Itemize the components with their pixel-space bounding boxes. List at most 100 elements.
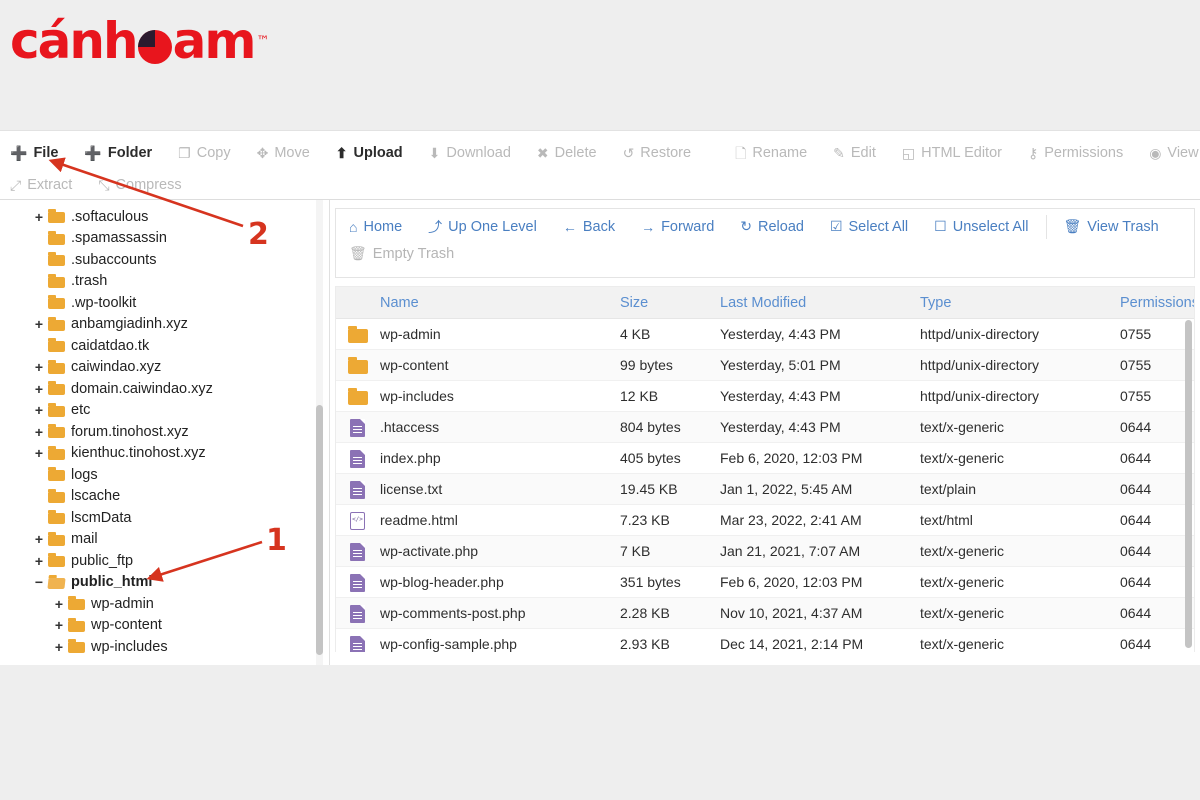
file-name[interactable]: license.txt xyxy=(380,473,620,505)
toolbar-button-upload[interactable]: ⬆ Upload xyxy=(336,145,417,161)
toolbar-button-file[interactable]: ➕ File xyxy=(10,145,72,161)
file-icon xyxy=(348,418,368,437)
file-table-row[interactable]: readme.html7.23 KBMar 23, 2022, 2:41 AMt… xyxy=(336,504,1194,536)
action-view-trash[interactable]: 🗑 View Trash xyxy=(1051,213,1172,240)
expand-icon[interactable]: + xyxy=(32,209,46,225)
annotation-number-1: 1 xyxy=(266,523,287,558)
plus-icon: ➕ xyxy=(10,145,28,161)
tree-item-label: public_html xyxy=(71,574,153,591)
file-row-icon-cell xyxy=(336,349,380,381)
collapse-icon[interactable]: − xyxy=(32,574,46,590)
action-home[interactable]: ⌂ Home xyxy=(336,213,415,240)
action-select-all[interactable]: ☑ Select All xyxy=(817,213,921,240)
tree-item-kienthuc.tinohost.xyz[interactable]: + kienthuc.tinohost.xyz xyxy=(0,443,329,465)
tree-item-public_html[interactable]: − public_html xyxy=(0,572,329,594)
file-table-row[interactable]: .htaccess 804 bytes Yesterday, 4:43 PM text… xyxy=(336,411,1194,443)
tree-item-etc[interactable]: + etc xyxy=(0,400,329,422)
column-header-type[interactable]: Type xyxy=(920,286,1120,319)
file-manager-toolbar: ➕ File ➕ Folder ❐ Copy ✥ Move ⬆ Upload ⬇ Download ✖ D… xyxy=(0,130,1200,200)
file-name[interactable]: readme.html xyxy=(380,504,620,536)
toolbar-button-label: Download xyxy=(446,145,511,161)
tree-item-wp-content[interactable]: + wp-content xyxy=(0,615,329,637)
expand-icon[interactable]: + xyxy=(52,617,66,633)
tree-item-label: anbamgiadinh.xyz xyxy=(71,316,188,333)
file-icon xyxy=(348,542,368,561)
column-header-last-modified[interactable]: Last Modified xyxy=(720,286,920,319)
expand-icon[interactable]: + xyxy=(32,381,46,397)
file-icon xyxy=(348,480,368,499)
file-name[interactable]: index.php xyxy=(380,442,620,474)
tree-item-wp-admin[interactable]: + wp-admin xyxy=(0,593,329,615)
file-permissions: 0644 xyxy=(1120,566,1194,598)
expand-icon[interactable]: + xyxy=(32,359,46,375)
action-reload[interactable]: ↻ Reload xyxy=(727,213,817,240)
tree-item-logs[interactable]: · logs xyxy=(0,464,329,486)
tree-item-.subaccounts[interactable]: · .subaccounts xyxy=(0,249,329,271)
tree-item-.softaculous[interactable]: + .softaculous xyxy=(0,206,329,228)
file-type: text/plain xyxy=(920,473,1120,505)
expand-icon[interactable]: + xyxy=(32,531,46,547)
file-table-row[interactable]: license.txt 19.45 KB Jan 1, 2022, 5:45 AM t… xyxy=(336,473,1194,505)
file-icon: 🗋 xyxy=(735,145,747,161)
action-up-one-level[interactable]: ⤴ Up One Level xyxy=(415,213,550,240)
column-header-size[interactable]: Size xyxy=(620,286,720,319)
file-table-row[interactable]: wp-content 99 bytes Yesterday, 5:01 PM http… xyxy=(336,349,1194,381)
tree-item-caidatdao.tk[interactable]: · caidatdao.tk xyxy=(0,335,329,357)
toolbar-button-restore: ↺ Restore xyxy=(623,145,706,161)
tree-item-.trash[interactable]: · .trash xyxy=(0,271,329,293)
file-name[interactable]: wp-content xyxy=(380,349,620,381)
file-table-row[interactable]: index.php 405 bytes Feb 6, 2020, 12:03 PM t… xyxy=(336,442,1194,474)
expand-icon[interactable]: + xyxy=(32,445,46,461)
tree-item-.wp-toolkit[interactable]: · .wp-toolkit xyxy=(0,292,329,314)
expand-icon[interactable]: + xyxy=(52,596,66,612)
tree-item-domain.caiwindao.xyz[interactable]: + domain.caiwindao.xyz xyxy=(0,378,329,400)
tree-item-lscache[interactable]: · lscache xyxy=(0,486,329,508)
file-name[interactable]: wp-admin xyxy=(380,318,620,350)
file-name[interactable]: .htaccess xyxy=(380,411,620,443)
move-icon: ✥ xyxy=(256,145,269,161)
tree-item-caiwindao.xyz[interactable]: + caiwindao.xyz xyxy=(0,357,329,379)
file-size: 2.28 KB xyxy=(620,597,720,629)
file-name[interactable]: wp-config-sample.php xyxy=(380,628,620,652)
file-table-row[interactable]: wp-admin 4 KB Yesterday, 4:43 PM httpd/unix… xyxy=(336,318,1194,350)
tree-item-anbamgiadinh.xyz[interactable]: + anbamgiadinh.xyz xyxy=(0,314,329,336)
tree-item-label: public_ftp xyxy=(71,552,134,569)
file-size: 2.93 KB xyxy=(620,628,720,652)
column-header-name[interactable]: Name xyxy=(380,286,620,319)
file-name[interactable]: wp-activate.php xyxy=(380,535,620,567)
toolbar-button-label: Delete xyxy=(554,145,597,161)
folder-icon xyxy=(48,230,66,245)
action-back[interactable]: ← Back xyxy=(550,213,628,240)
tree-item-wp-includes[interactable]: + wp-includes xyxy=(0,636,329,658)
action-forward[interactable]: → Forward xyxy=(628,213,727,240)
toolbar-button-label: Copy xyxy=(196,145,231,161)
tree-scrollbar-thumb[interactable] xyxy=(316,405,323,655)
file-table-row[interactable]: wp-blog-header.php 351 bytes Feb 6, 2020, … xyxy=(336,566,1194,598)
file-name[interactable]: wp-includes xyxy=(380,380,620,412)
page-root: cánh am ™ ➕ File ➕ Folder ❐ Copy ✥ Move ⬆ Upload ⬇… xyxy=(0,0,1200,800)
file-table-row[interactable]: wp-includes 12 KB Yesterday, 4:43 PM httpd/… xyxy=(336,380,1194,412)
expand-icon[interactable]: + xyxy=(52,639,66,655)
pie-circle-icon xyxy=(137,30,172,64)
column-header-permissions[interactable]: Permissions xyxy=(1120,286,1194,319)
file-name[interactable]: wp-comments-post.php xyxy=(380,597,620,629)
action-unselect-all[interactable]: ☐ Unselect All xyxy=(921,213,1041,240)
file-type: httpd/unix-directory xyxy=(920,380,1120,412)
tree-item-.spamassassin[interactable]: · .spamassassin xyxy=(0,228,329,250)
file-table-row[interactable]: wp-comments-post.php 2.28 KB Nov 10, 2021,… xyxy=(336,597,1194,629)
expand-icon[interactable]: + xyxy=(32,316,46,332)
file-row-icon-cell xyxy=(336,628,380,652)
file-name[interactable]: wp-blog-header.php xyxy=(380,566,620,598)
tree-item-forum.tinohost.xyz[interactable]: + forum.tinohost.xyz xyxy=(0,421,329,443)
expand-icon[interactable]: + xyxy=(32,424,46,440)
expand-icon[interactable]: + xyxy=(32,402,46,418)
file-table-row[interactable]: wp-config-sample.php 2.93 KB Dec 14, 2021,… xyxy=(336,628,1194,652)
toolbar-button-folder[interactable]: ➕ Folder xyxy=(84,145,166,161)
toolbar-button-label: Folder xyxy=(107,145,153,161)
file-permissions: 0755 xyxy=(1120,349,1194,381)
file-size: 99 bytes xyxy=(620,349,720,381)
toolbar-button-label: Rename xyxy=(752,145,808,161)
file-table-scrollbar-thumb[interactable] xyxy=(1185,320,1192,648)
expand-icon[interactable]: + xyxy=(32,553,46,569)
file-table-row[interactable]: wp-activate.php 7 KB Jan 21, 2021, 7:07 AM… xyxy=(336,535,1194,567)
